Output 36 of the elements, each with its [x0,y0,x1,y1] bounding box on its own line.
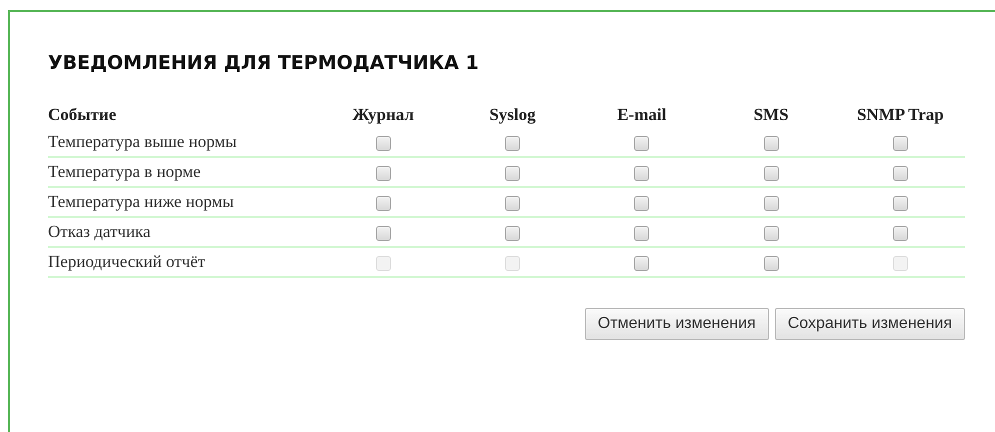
checkbox[interactable] [634,166,650,181]
checkbox[interactable] [764,136,779,151]
checkbox[interactable] [634,136,650,151]
event-cell: Температура выше нормы [48,128,319,157]
column-header: Журнал [351,104,415,126]
checkbox[interactable] [892,226,908,241]
event-cell: Температура ниже нормы [48,187,319,217]
checkbox[interactable] [892,166,908,181]
column-header: SMS [752,104,790,126]
column-header: SNMP Trap [856,104,945,126]
column-header: Событие [48,104,118,126]
action-button[interactable]: Сохранить изменения [774,308,965,340]
section-title: УВЕДОМЛЕНИЯ ДЛЯ ТЕРМОДАТЧИКА 1 [48,52,480,74]
checkbox[interactable] [764,256,779,271]
checkbox[interactable] [764,166,779,181]
checkbox[interactable] [634,226,650,241]
event-cell: Отказ датчика [48,217,319,247]
checkbox[interactable] [505,136,520,151]
checkbox[interactable] [505,166,520,181]
checkbox[interactable] [892,136,908,151]
checkbox[interactable] [376,166,391,181]
checkbox[interactable] [764,196,779,211]
checkbox[interactable] [376,136,391,151]
event-cell: Периодический отчёт [48,247,319,277]
checkbox[interactable] [376,196,391,211]
event-cell: Температура в норме [48,157,319,187]
checkbox[interactable] [764,226,779,241]
checkbox[interactable] [634,196,650,211]
action-button[interactable]: Отменить изменения [584,308,769,340]
checkbox[interactable] [892,196,908,211]
checkbox[interactable] [376,226,391,241]
checkbox[interactable] [634,256,650,271]
checkbox[interactable] [505,226,520,241]
checkbox[interactable] [505,196,520,211]
column-header: E-mail [616,104,668,126]
column-header: Syslog [488,104,537,126]
